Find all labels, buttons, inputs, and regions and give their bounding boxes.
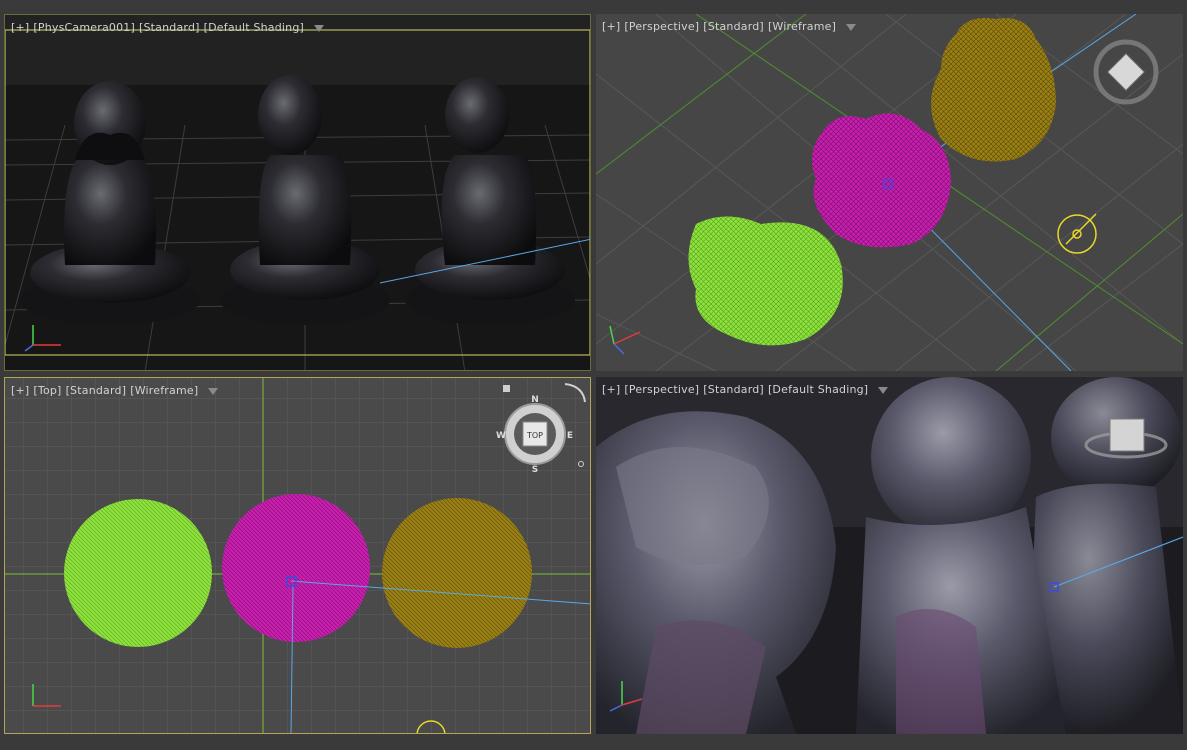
viewport-shading-menu[interactable]: [Default Shading] xyxy=(204,21,304,34)
olive-wireframe-object xyxy=(382,498,532,648)
filter-icon[interactable] xyxy=(314,25,324,32)
compass-east-label: E xyxy=(567,431,573,441)
viewport-shading-menu[interactable]: [Wireframe] xyxy=(130,384,198,397)
viewport-mode-menu[interactable]: [Standard] xyxy=(703,20,764,33)
viewport-view-menu[interactable]: [PhysCamera001] xyxy=(33,21,135,34)
olive-wireframe-object xyxy=(931,18,1056,162)
viewport-perspective-shaded[interactable]: [+] [Perspective] [Standard] [Default Sh… xyxy=(596,377,1183,734)
axis-tripod-icon xyxy=(609,325,641,355)
viewport-label: [+] [Top] [Standard] [Wireframe] xyxy=(11,384,219,397)
top-wire-scene: TOP N S E W xyxy=(5,378,590,733)
compass-west-label: W xyxy=(496,431,506,441)
green-wireframe-object xyxy=(688,216,843,346)
viewport-shading-menu[interactable]: [Default Shading] xyxy=(768,383,868,396)
viewport-shading-menu[interactable]: [Wireframe] xyxy=(768,20,836,33)
filter-icon[interactable] xyxy=(878,387,889,394)
viewport-view-menu[interactable]: [Top] xyxy=(33,384,61,397)
compass-south-label: S xyxy=(532,465,538,475)
perspective-wire-scene xyxy=(596,14,1183,371)
viewport-perspective-wireframe[interactable]: [+] [Perspective] [Standard] [Wireframe] xyxy=(596,14,1183,371)
light-target-icon xyxy=(1057,213,1097,254)
viewcube-icon[interactable] xyxy=(1093,39,1159,105)
viewport-top[interactable]: [+] [Top] [Standard] [Wireframe] TOP N S… xyxy=(4,377,591,734)
viewport-camera[interactable]: [+] [PhysCamera001] [Standard] [Default … xyxy=(4,14,591,371)
viewport-view-menu[interactable]: [Perspective] xyxy=(624,383,699,396)
viewport-menu-plus[interactable]: [+] xyxy=(11,384,29,397)
viewport-mode-menu[interactable]: [Standard] xyxy=(703,383,764,396)
viewport-mode-menu[interactable]: [Standard] xyxy=(139,21,200,34)
viewport-mode-menu[interactable]: [Standard] xyxy=(66,384,127,397)
viewport-label: [+] [Perspective] [Standard] [Wireframe] xyxy=(602,20,857,33)
magenta-wireframe-object xyxy=(812,113,951,248)
home-icon[interactable] xyxy=(503,385,510,392)
viewcube-top-label: TOP xyxy=(526,431,543,440)
magenta-wireframe-object xyxy=(222,494,370,642)
viewport-menu-plus[interactable]: [+] xyxy=(11,21,29,34)
viewport-view-menu[interactable]: [Perspective] xyxy=(624,20,699,33)
viewport-menu-plus[interactable]: [+] xyxy=(602,20,620,33)
viewport-label: [+] [Perspective] [Standard] [Default Sh… xyxy=(602,383,889,396)
viewport-label: [+] [PhysCamera001] [Standard] [Default … xyxy=(11,21,324,34)
filter-icon[interactable] xyxy=(846,24,857,31)
filter-icon[interactable] xyxy=(208,388,219,395)
compass-north-label: N xyxy=(531,395,539,405)
viewport-menu-plus[interactable]: [+] xyxy=(602,383,620,396)
perspective-shaded-scene xyxy=(596,377,1183,734)
green-wireframe-object xyxy=(64,499,212,647)
camera-scene xyxy=(5,15,590,370)
